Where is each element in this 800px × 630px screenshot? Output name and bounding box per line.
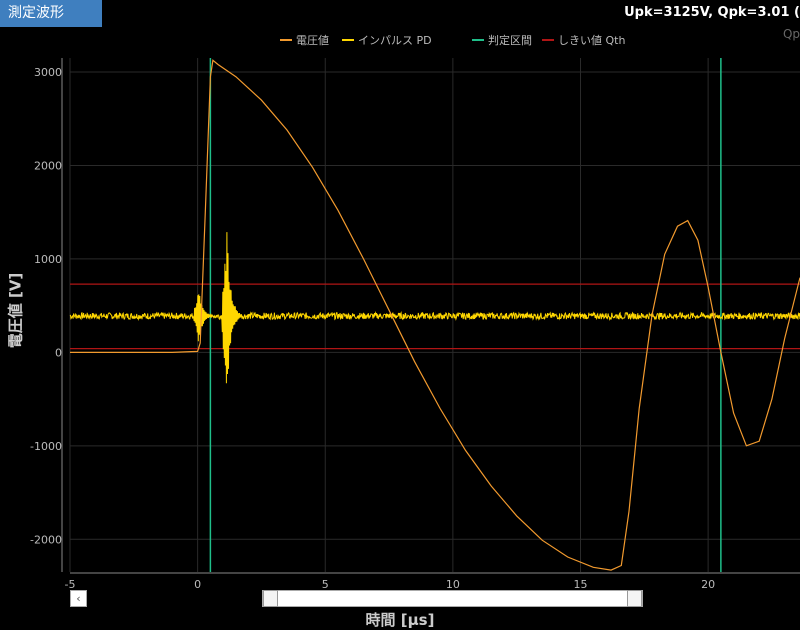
slider-handle-start[interactable]	[263, 590, 278, 607]
x-tick-label: 20	[701, 578, 715, 591]
tick-labels: -5 0 5 10 15 20-2000-10000100020003000	[30, 66, 715, 591]
y-tick-label: 0	[55, 346, 62, 359]
scroll-left-button[interactable]: ‹	[70, 590, 87, 607]
y-tick-label: -2000	[30, 533, 62, 546]
legend-label: インパルス PD	[358, 34, 432, 47]
waveform-chart: -5 0 5 10 15 20-2000-10000100020003000 電圧値 インパ…	[30, 33, 800, 591]
y-tick-label: 1000	[34, 253, 62, 266]
legend-label: 電圧値	[296, 34, 329, 47]
y-axis-label: 電圧値 [V]	[6, 272, 25, 349]
y-tick-label: -1000	[30, 440, 62, 453]
x-axis-label: 時間 [μs]	[365, 611, 435, 629]
legend-label: しきい値 Qth	[558, 34, 625, 47]
x-tick-label: 0	[194, 578, 201, 591]
legend-label: 判定区間	[488, 33, 532, 47]
legend: 電圧値 インパルス PD 判定区間 しきい値 Qth	[280, 33, 625, 47]
y-tick-label: 2000	[34, 159, 62, 172]
impulse-pd-series	[69, 232, 800, 384]
y-tick-label: 3000	[34, 66, 62, 79]
time-range-slider[interactable]	[262, 590, 643, 607]
slider-handle-end[interactable]	[627, 590, 642, 607]
